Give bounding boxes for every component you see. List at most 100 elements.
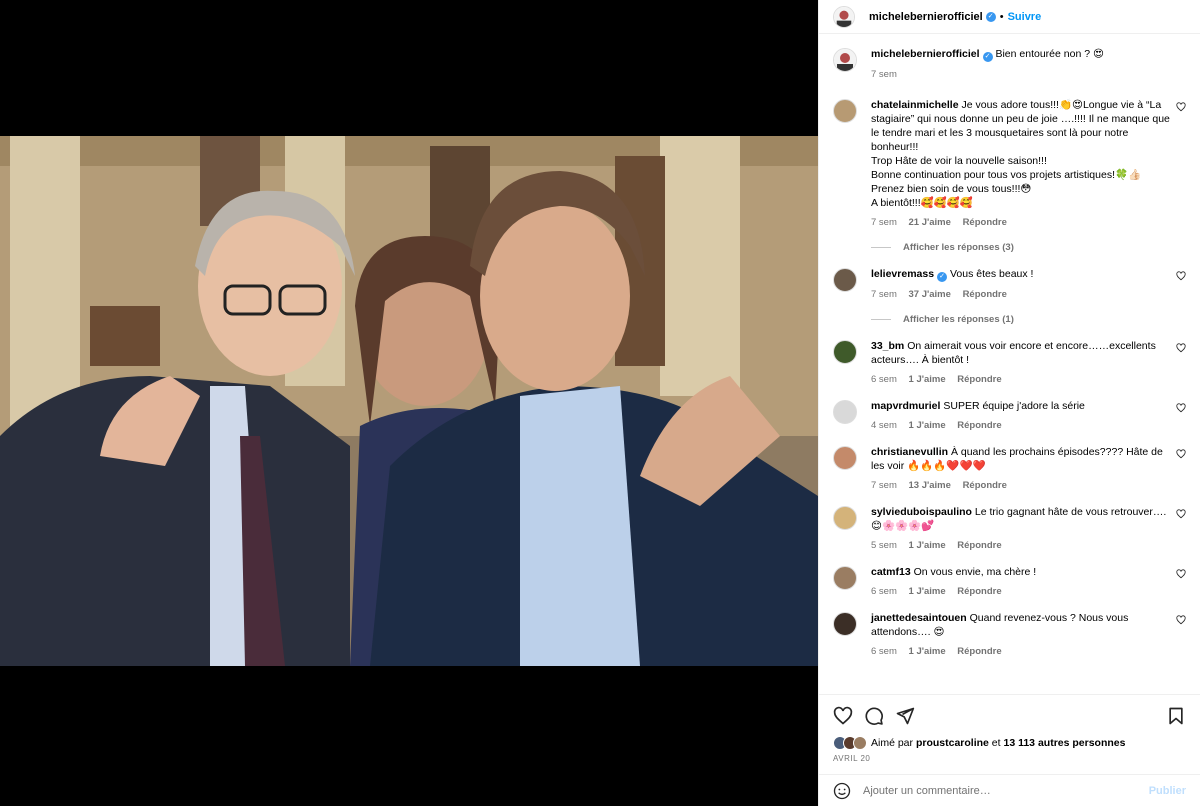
like-heart-icon[interactable] bbox=[833, 706, 853, 726]
comment-time[interactable]: 6 sem bbox=[871, 586, 897, 597]
comment-time[interactable]: 4 sem bbox=[871, 420, 897, 431]
comment-username[interactable]: christianevullin bbox=[871, 446, 948, 458]
bookmark-save-icon[interactable] bbox=[1166, 706, 1186, 726]
post-photo[interactable] bbox=[0, 136, 818, 666]
comment-text: On vous envie, ma chère ! bbox=[913, 566, 1037, 578]
commenter-avatar[interactable] bbox=[833, 506, 857, 530]
liker-avatar bbox=[853, 736, 867, 750]
author-username[interactable]: michelebernierofficiel bbox=[869, 11, 983, 23]
reply-button[interactable]: Répondre bbox=[957, 374, 1001, 385]
heart-icon[interactable] bbox=[1176, 569, 1186, 579]
comment-time[interactable]: 6 sem bbox=[871, 374, 897, 385]
caption-text: Bien entourée non ? 😍 bbox=[995, 48, 1104, 60]
reply-button[interactable]: Répondre bbox=[963, 480, 1007, 491]
separator-dot: • bbox=[999, 10, 1004, 23]
comment-time[interactable]: 5 sem bbox=[871, 540, 897, 551]
comment-likes[interactable]: 37 J'aime bbox=[909, 289, 951, 300]
follow-button[interactable]: Suivre bbox=[1008, 11, 1042, 23]
comment-likes[interactable]: 1 J'aime bbox=[909, 420, 946, 431]
caption-time[interactable]: 7 sem bbox=[871, 69, 897, 80]
author-avatar[interactable] bbox=[833, 5, 855, 28]
liker-avatars[interactable] bbox=[833, 736, 867, 750]
comment-username[interactable]: catmf13 bbox=[871, 566, 911, 578]
comment-item: janettedesaintouen Quand revenez-vous ? … bbox=[833, 611, 1186, 659]
likes-user[interactable]: proustcaroline bbox=[916, 737, 989, 749]
emoji-icon[interactable] bbox=[833, 782, 851, 800]
comment-item: mapvrdmuriel SUPER équipe j'adore la sér… bbox=[833, 399, 1186, 433]
comment-likes[interactable]: 21 J'aime bbox=[909, 217, 951, 228]
comment-likes[interactable]: 1 J'aime bbox=[909, 586, 946, 597]
post-media bbox=[0, 0, 818, 806]
instagram-post-modal: michelebernierofficiel ✓ • Suivre michel… bbox=[0, 0, 1200, 806]
comment-item: 33_bm On aimerait vous voir encore et en… bbox=[833, 339, 1186, 387]
comment-item: sylvieduboispaulino Le trio gagnant hâte… bbox=[833, 505, 1186, 553]
heart-icon[interactable] bbox=[1176, 102, 1186, 112]
comment-time[interactable]: 6 sem bbox=[871, 646, 897, 657]
view-replies-label: Afficher les réponses (1) bbox=[903, 314, 1014, 325]
caption: michelebernierofficiel ✓ Bien entourée no… bbox=[833, 47, 1186, 82]
comment-likes[interactable]: 1 J'aime bbox=[909, 374, 946, 385]
commenter-avatar[interactable] bbox=[833, 99, 857, 123]
likes-middle: et bbox=[991, 737, 1001, 749]
commenter-avatar[interactable] bbox=[833, 446, 857, 470]
heart-icon[interactable] bbox=[1176, 403, 1186, 413]
verified-badge-icon: ✓ bbox=[982, 52, 993, 62]
commenter-avatar[interactable] bbox=[833, 566, 857, 590]
comment-username[interactable]: chatelainmichelle bbox=[871, 99, 959, 111]
comment-username[interactable]: sylvieduboispaulino bbox=[871, 506, 972, 518]
author-avatar[interactable] bbox=[833, 48, 857, 72]
comment-time[interactable]: 7 sem bbox=[871, 217, 897, 228]
post-date[interactable]: AVRIL 20 bbox=[833, 754, 1186, 763]
comment-text: On aimerait vous voir encore et encore……… bbox=[871, 340, 1156, 366]
comment-username[interactable]: lelievremass bbox=[871, 268, 934, 280]
view-replies-button[interactable]: Afficher les réponses (3) bbox=[871, 242, 1186, 253]
commenter-avatar[interactable] bbox=[833, 268, 857, 292]
reply-button[interactable]: Répondre bbox=[963, 217, 1007, 228]
post-comment-button[interactable]: Publier bbox=[1149, 785, 1186, 797]
comment-input[interactable]: Ajouter un commentaire… bbox=[863, 785, 991, 797]
comment-likes[interactable]: 13 J'aime bbox=[909, 480, 951, 491]
likes-count[interactable]: 13 113 autres personnes bbox=[1003, 737, 1125, 749]
heart-icon[interactable] bbox=[1176, 509, 1186, 519]
heart-icon[interactable] bbox=[1176, 343, 1186, 353]
view-replies-label: Afficher les réponses (3) bbox=[903, 242, 1014, 253]
heart-icon[interactable] bbox=[1176, 615, 1186, 625]
verified-badge-icon: ✓ bbox=[985, 11, 996, 22]
post-header: michelebernierofficiel ✓ • Suivre bbox=[819, 0, 1200, 34]
comment-text: Je vous adore tous!!!👏😍Longue vie à “La … bbox=[871, 99, 1170, 209]
reply-button[interactable]: Répondre bbox=[963, 289, 1007, 300]
comment-text: SUPER équipe j'adore la série bbox=[943, 400, 1085, 412]
replies-line bbox=[871, 319, 891, 320]
comment-username[interactable]: janettedesaintouen bbox=[871, 612, 967, 624]
post-actions: Aimé par proustcaroline et 13 113 autres… bbox=[819, 694, 1200, 774]
reply-button[interactable]: Répondre bbox=[957, 540, 1001, 551]
action-icons bbox=[833, 705, 1186, 727]
share-send-icon[interactable] bbox=[895, 706, 915, 726]
comments-list[interactable]: michelebernierofficiel ✓ Bien entourée no… bbox=[819, 35, 1200, 693]
comment-username[interactable]: 33_bm bbox=[871, 340, 904, 352]
comment-item: lelievremass ✓ Vous êtes beaux ! 7 sem 37… bbox=[833, 267, 1186, 302]
comment-username[interactable]: mapvrdmuriel bbox=[871, 400, 940, 412]
comment-time[interactable]: 7 sem bbox=[871, 289, 897, 300]
reply-button[interactable]: Répondre bbox=[957, 420, 1001, 431]
comment-likes[interactable]: 1 J'aime bbox=[909, 646, 946, 657]
add-comment-bar: Ajouter un commentaire… Publier bbox=[819, 774, 1200, 806]
heart-icon[interactable] bbox=[1176, 449, 1186, 459]
group-photo-illustration bbox=[0, 136, 818, 666]
commenter-avatar[interactable] bbox=[833, 340, 857, 364]
verified-badge-icon: ✓ bbox=[937, 272, 948, 282]
comment-bubble-icon[interactable] bbox=[864, 706, 884, 726]
reply-button[interactable]: Répondre bbox=[957, 586, 1001, 597]
view-replies-button[interactable]: Afficher les réponses (1) bbox=[871, 314, 1186, 325]
commenter-avatar[interactable] bbox=[833, 612, 857, 636]
comment-likes[interactable]: 1 J'aime bbox=[909, 540, 946, 551]
caption-username[interactable]: michelebernierofficiel bbox=[871, 48, 980, 60]
heart-icon[interactable] bbox=[1176, 271, 1186, 281]
likes-prefix: Aimé par bbox=[871, 737, 914, 749]
comment-text: Vous êtes beaux ! bbox=[949, 268, 1034, 280]
reply-button[interactable]: Répondre bbox=[957, 646, 1001, 657]
commenter-avatar[interactable] bbox=[833, 400, 857, 424]
replies-line bbox=[871, 247, 891, 248]
comment-time[interactable]: 7 sem bbox=[871, 480, 897, 491]
comment-item: catmf13 On vous envie, ma chère ! 6 sem … bbox=[833, 565, 1186, 599]
